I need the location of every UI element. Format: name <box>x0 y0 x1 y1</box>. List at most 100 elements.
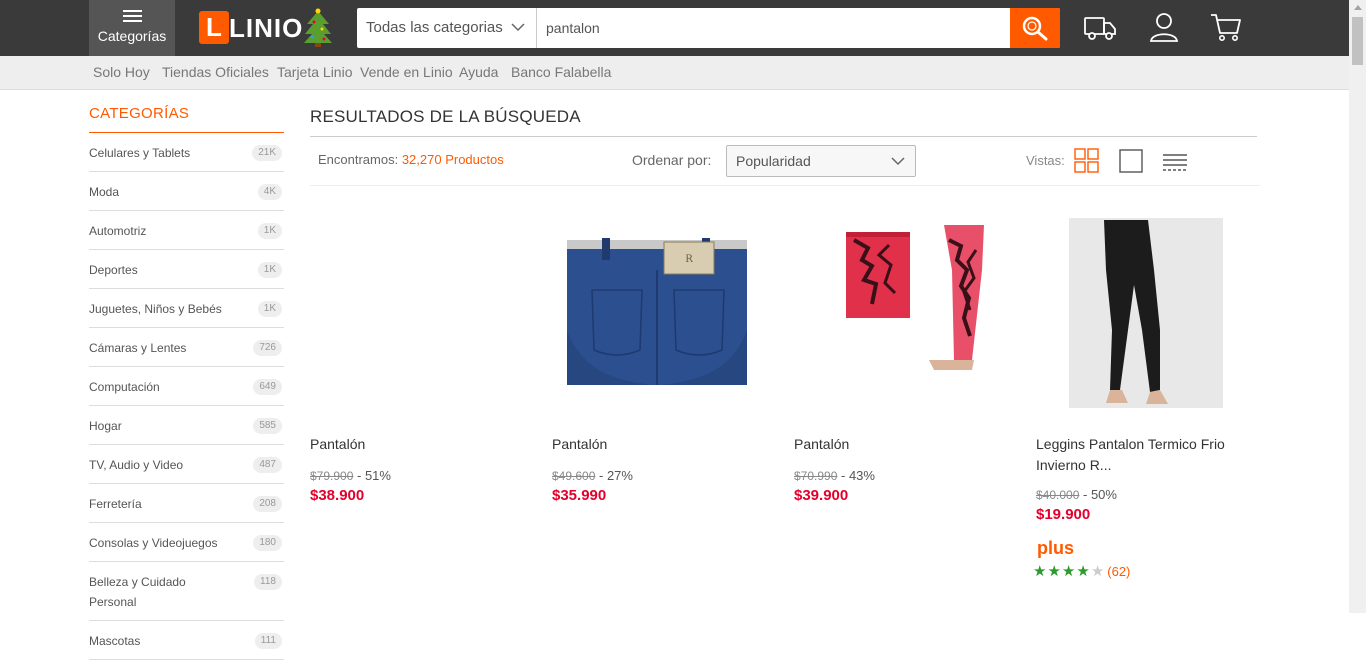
product-title[interactable]: Pantalón <box>552 434 752 455</box>
category-count-badge: 111 <box>254 633 282 649</box>
top-header: Categorías L LINIO Todas las categorias <box>0 0 1366 56</box>
hamburger-icon <box>122 10 142 22</box>
product-price: $19.900 <box>1036 506 1091 523</box>
shopping-cart-icon[interactable] <box>1209 10 1243 44</box>
product-price: $35.990 <box>552 487 607 504</box>
grid-view-icon[interactable] <box>1074 148 1100 174</box>
category-name: Hogar <box>89 419 122 433</box>
sort-label: Ordenar por: <box>632 152 712 168</box>
category-item[interactable]: Ferretería 208 <box>89 484 284 523</box>
category-name: Ferretería <box>89 497 142 511</box>
category-item[interactable]: Deportes 1K <box>89 250 284 289</box>
star-empty-icon: ★ <box>1090 563 1106 580</box>
category-item[interactable]: Cámaras y Lentes 726 <box>89 328 284 367</box>
rating-count: (62) <box>1107 564 1131 579</box>
sort-select[interactable]: Popularidad <box>726 145 916 177</box>
category-count-badge: 21K <box>252 145 282 161</box>
star-icon: ★ <box>1047 563 1062 580</box>
scroll-up-arrow-icon[interactable] <box>1354 5 1362 10</box>
product-old-price: $49.600 - 27% <box>552 468 633 483</box>
product-discount: - 51% <box>353 468 391 483</box>
product-image-blue-pants[interactable]: R <box>552 210 782 415</box>
category-item[interactable]: TV, Audio y Video 487 <box>89 445 284 484</box>
category-count-badge: 4K <box>257 184 282 200</box>
category-count-badge: 649 <box>253 379 282 395</box>
search-bar: Todas las categorias <box>357 8 1060 48</box>
product-old-price-value: $79.900 <box>310 469 354 483</box>
divider <box>310 185 1260 186</box>
category-name: Consolas y Videojuegos <box>89 536 218 550</box>
category-name: Moda <box>89 185 120 199</box>
category-count-badge: 1K <box>257 223 282 239</box>
star-icon: ★ <box>1076 563 1091 580</box>
product-title[interactable]: Leggins Pantalon Termico Frio Invierno R… <box>1036 434 1236 476</box>
rating-stars: ★★★★★ (62) <box>1033 562 1130 580</box>
product-image-black-leggings[interactable] <box>1036 210 1266 415</box>
scrollbar-thumb[interactable] <box>1352 17 1363 65</box>
category-item[interactable]: Mascotas 111 <box>89 621 284 660</box>
results-count: Encontramos: 32,270 Productos <box>318 152 504 167</box>
category-name: Computación <box>89 380 160 394</box>
results-count-prefix: Encontramos: <box>318 152 399 167</box>
product-old-price-value: $70.990 <box>794 469 838 483</box>
category-name: Belleza y Cuidado Personal <box>89 575 186 609</box>
category-item[interactable]: Automotriz 1K <box>89 211 284 250</box>
category-item[interactable]: Hogar 585 <box>89 406 284 445</box>
search-icon <box>1022 16 1048 41</box>
product-discount: - 50% <box>1079 487 1117 502</box>
nav-link-banco-falabella[interactable]: Banco Falabella <box>511 64 611 80</box>
category-name: Cámaras y Lentes <box>89 341 187 355</box>
search-input[interactable] <box>538 8 1010 48</box>
nav-link-vende-en-linio[interactable]: Vende en Linio <box>360 64 453 80</box>
delivery-truck-icon[interactable] <box>1083 10 1117 44</box>
star-icon: ★ <box>1061 563 1077 580</box>
product-price: $39.900 <box>794 487 849 504</box>
product-old-price: $79.900 - 51% <box>310 468 391 483</box>
category-item[interactable]: Juguetes, Niños y Bebés 1K <box>89 289 284 328</box>
category-sidebar: CATEGORÍAS Celulares y Tablets 21K Moda 4K… <box>89 105 284 660</box>
product-title[interactable]: Pantalón <box>794 434 994 455</box>
category-name: Mascotas <box>89 634 141 648</box>
results-count-value: 32,270 Productos <box>401 152 504 167</box>
product-image-red-camo-pants[interactable] <box>794 210 1024 415</box>
nav-link-ayuda[interactable]: Ayuda <box>459 64 498 80</box>
category-name: TV, Audio y Video <box>89 458 184 472</box>
category-item[interactable]: Computación 649 <box>89 367 284 406</box>
product-title[interactable]: Pantalón <box>310 434 510 455</box>
list-view-icon[interactable] <box>1162 148 1188 174</box>
sidebar-title: CATEGORÍAS <box>89 105 284 133</box>
user-account-icon[interactable] <box>1148 10 1180 44</box>
logo-text: LINIO <box>229 13 304 43</box>
svg-text:R: R <box>685 254 693 265</box>
product-discount: - 43% <box>837 468 875 483</box>
category-count-badge: 726 <box>253 340 282 356</box>
secondary-nav: Solo Hoy Tiendas Oficiales Tarjeta Linio… <box>0 56 1366 90</box>
single-view-icon[interactable] <box>1119 148 1145 174</box>
product-old-price-value: $49.600 <box>552 469 596 483</box>
product-old-price: $40.000 - 50% <box>1036 487 1117 502</box>
divider <box>310 136 1257 137</box>
nav-link-solo-hoy[interactable]: Solo Hoy <box>93 64 150 80</box>
categories-menu-button[interactable]: Categorías <box>89 0 175 56</box>
category-item[interactable]: Celulares y Tablets 21K <box>89 133 284 172</box>
categories-menu-label: Categorías <box>97 28 167 44</box>
nav-link-tiendas-oficiales[interactable]: Tiendas Oficiales <box>162 64 269 80</box>
search-category-select[interactable]: Todas las categorias <box>357 8 537 48</box>
chevron-down-icon <box>511 23 525 32</box>
star-icon: ★ <box>1033 563 1048 580</box>
product-old-price: $70.990 - 43% <box>794 468 875 483</box>
views-label: Vistas: <box>1026 153 1065 168</box>
category-count-badge: 180 <box>253 535 282 551</box>
linio-logo[interactable]: L LINIO <box>197 8 337 48</box>
category-item[interactable]: Belleza y Cuidado Personal 118 <box>89 562 284 621</box>
product-image-placeholder[interactable] <box>310 210 540 415</box>
search-button[interactable] <box>1010 8 1060 48</box>
nav-link-tarjeta-linio[interactable]: Tarjeta Linio <box>277 64 353 80</box>
shopping-bag-logo-icon: L <box>199 11 229 44</box>
page-scrollbar[interactable] <box>1349 0 1366 613</box>
category-count-badge: 118 <box>254 574 282 590</box>
category-name: Automotriz <box>89 224 147 238</box>
category-item[interactable]: Consolas y Videojuegos 180 <box>89 523 284 562</box>
category-item[interactable]: Moda 4K <box>89 172 284 211</box>
category-name: Deportes <box>89 263 138 277</box>
